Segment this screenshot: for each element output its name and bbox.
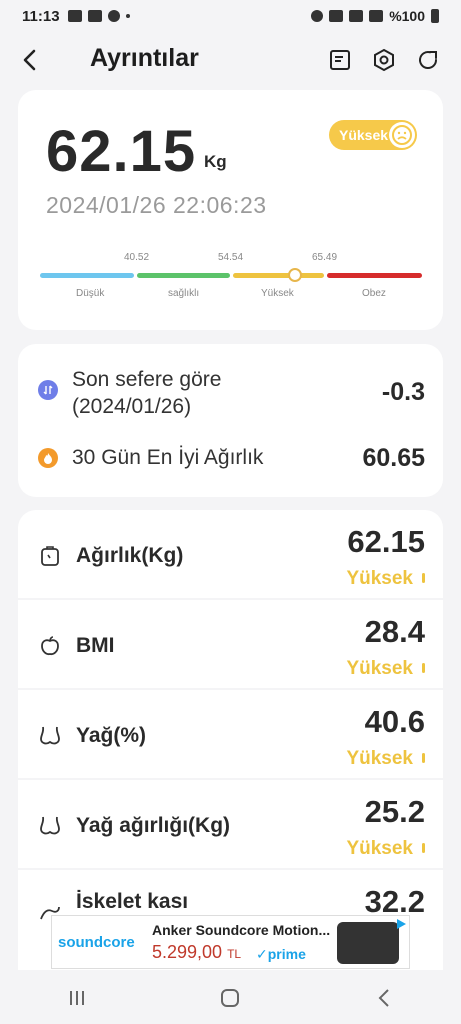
image-icon <box>87 10 102 22</box>
last-change-row: Son sefere göre (2024/01/26) -0.3 <box>18 364 443 424</box>
body-icon <box>38 814 62 838</box>
metric-label: Yağ ağırlığı(Kg) <box>76 814 231 837</box>
range-bar-obese <box>327 273 422 278</box>
notification-icons <box>67 10 130 22</box>
note-edit-icon <box>330 50 350 70</box>
last-change-label: Son sefere göre (2024/01/26) <box>72 366 221 420</box>
metric-row-weight[interactable]: Ağırlık(Kg) 62.15 Yüksek <box>18 510 443 598</box>
metric-status-indicator <box>422 663 425 673</box>
settings-button[interactable] <box>368 44 400 76</box>
ad-price: 5.299,00 TL <box>152 942 241 963</box>
metric-row-bmi[interactable]: BMI 28.4 Yüksek <box>18 600 443 688</box>
last-change-value: -0.3 <box>381 378 425 406</box>
page-title: Ayrıntılar <box>90 44 199 72</box>
metric-status: Yüksek <box>346 838 413 859</box>
range-tick: 40.52 <box>124 252 150 263</box>
nav-back-button[interactable] <box>364 978 404 1018</box>
adchoices-icon[interactable] <box>395 918 407 930</box>
ad-banner[interactable]: soundcore Anker Soundcore Motion... 5.29… <box>51 915 410 969</box>
metric-status-indicator <box>422 573 425 583</box>
apple-icon <box>38 634 62 658</box>
nav-back-icon <box>378 989 389 1007</box>
shazam-icon <box>107 10 120 22</box>
weight-unit: Kg <box>204 152 227 171</box>
body-icon <box>38 724 62 748</box>
range-tick: 65.49 <box>312 252 338 263</box>
metric-row-fat-percent[interactable]: Yağ(%) 40.6 Yüksek <box>18 690 443 778</box>
metric-value: 25.2 <box>364 794 425 829</box>
ad-prime: ✓prime <box>256 946 306 962</box>
recent-apps-icon <box>69 991 84 1005</box>
ad-title: Anker Soundcore Motion... <box>152 922 331 938</box>
share-button[interactable] <box>412 44 444 76</box>
range-bar-high <box>233 273 324 278</box>
status-bar: 11:13 %100 <box>0 0 461 32</box>
weight-value: 62.15 <box>46 119 197 184</box>
speaker-image <box>337 922 399 964</box>
signal-icon <box>369 10 384 22</box>
comparison-card: Son sefere göre (2024/01/26) -0.3 30 Gün… <box>18 344 443 497</box>
last-change-label-line1: Son sefere göre <box>72 368 222 391</box>
home-icon <box>221 989 240 1007</box>
metric-status: Yüksek <box>346 568 413 589</box>
metric-status: Yüksek <box>346 658 413 679</box>
measurement-datetime: 2024/01/26 22:06:23 <box>46 192 267 218</box>
metric-value: 62.15 <box>347 524 425 559</box>
metric-label: Ağırlık(Kg) <box>76 544 184 567</box>
hexagon-settings-icon <box>374 48 394 72</box>
status-badge-label: Yüksek <box>339 127 389 143</box>
home-button[interactable] <box>210 978 250 1018</box>
metric-label: İskelet kası <box>76 890 189 913</box>
range-tick: 54.54 <box>218 252 244 263</box>
range-bar-low <box>40 273 134 278</box>
system-navigation-bar <box>0 972 461 1024</box>
weight-range-scale: 40.52 54.54 65.49 Düşük sağlıklı Yüksek … <box>40 240 422 310</box>
ad-price-currency: TL <box>227 947 242 961</box>
best-weight-value: 60.65 <box>362 444 425 472</box>
cloud-icon <box>67 10 82 22</box>
battery-icon <box>431 9 439 23</box>
metric-row-fat-weight[interactable]: Yağ ağırlığı(Kg) 25.2 Yüksek <box>18 780 443 868</box>
ad-price-value: 5.299,00 <box>152 942 223 962</box>
metric-label: BMI <box>76 634 115 657</box>
app-header: Ayrıntılar <box>0 36 461 84</box>
status-time: 11:13 <box>22 7 60 25</box>
sad-face-icon <box>389 122 415 148</box>
best-weight-label: 30 Gün En İyi Ağırlık <box>72 446 264 469</box>
current-weight-marker <box>288 268 302 282</box>
share-icon <box>419 51 438 69</box>
back-button[interactable] <box>14 44 46 76</box>
range-label: sağlıklı <box>168 288 200 299</box>
ad-brand: soundcore <box>58 934 135 951</box>
status-badge: Yüksek <box>329 120 417 150</box>
last-change-label-line2: (2024/01/26) <box>72 395 192 418</box>
range-label: Obez <box>362 288 386 299</box>
best-weight-row: 30 Gün En İyi Ağırlık 60.65 <box>18 440 443 480</box>
range-bar-healthy <box>137 273 230 278</box>
metric-label: Yağ(%) <box>76 724 147 747</box>
metric-value: 28.4 <box>364 614 425 649</box>
alarm-icon <box>311 10 324 22</box>
range-label: Yüksek <box>261 288 294 299</box>
metric-status-indicator <box>422 753 425 763</box>
range-label: Düşük <box>76 288 105 299</box>
chevron-left-icon <box>23 49 36 71</box>
flame-icon <box>38 448 58 468</box>
battery-percent: %100 <box>389 8 425 24</box>
system-icons: %100 <box>311 8 439 24</box>
scale-icon <box>38 544 62 568</box>
call-icon <box>349 10 364 22</box>
weight-summary-card: 62.15 Kg Yüksek 2024/01/26 22:06:23 40.5… <box>18 90 443 330</box>
recent-apps-button[interactable] <box>57 978 97 1018</box>
metric-value: 40.6 <box>364 704 425 739</box>
edit-record-button[interactable] <box>324 44 356 76</box>
metric-status-indicator <box>422 843 425 853</box>
arrows-icon <box>38 380 58 400</box>
wifi-icon <box>329 10 344 22</box>
more-dot-icon <box>125 14 130 18</box>
metric-status: Yüksek <box>346 748 413 769</box>
